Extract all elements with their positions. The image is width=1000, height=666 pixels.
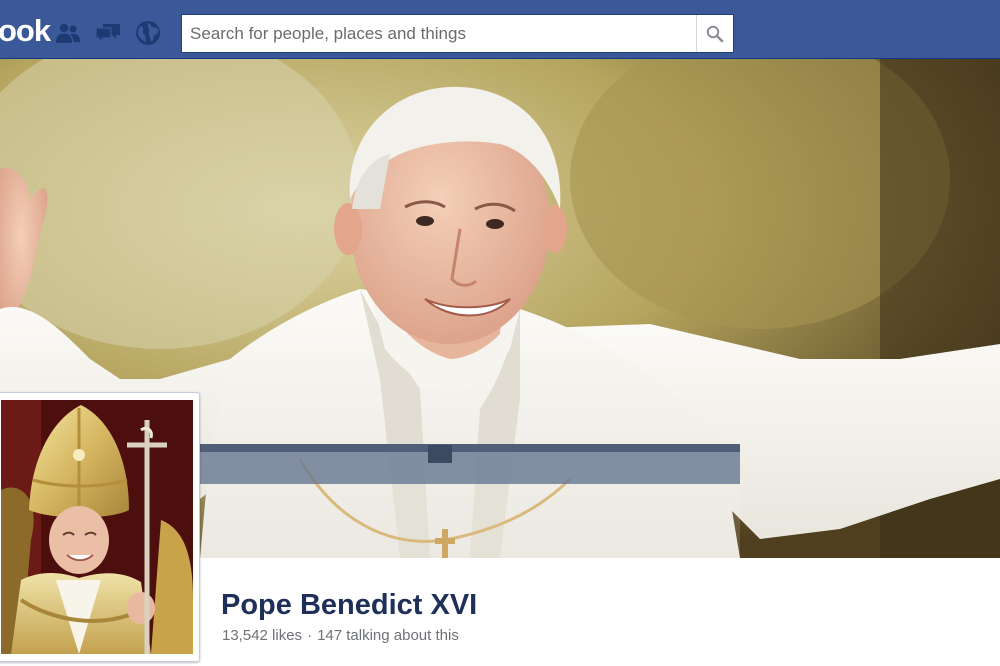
- facebook-page: ook Search for people, places and things…: [0, 0, 1000, 666]
- stats-separator: ·: [307, 627, 313, 644]
- friends-icon[interactable]: [54, 19, 82, 47]
- facebook-logo[interactable]: ook: [0, 13, 51, 49]
- likes-count[interactable]: 13,542 likes: [222, 627, 302, 644]
- top-navigation-bar: ook: [0, 0, 1000, 59]
- profile-picture-image: [1, 400, 193, 654]
- talking-about-count[interactable]: 147 talking about this: [317, 627, 459, 644]
- notifications-icon[interactable]: [134, 19, 162, 47]
- search-icon: [706, 25, 724, 42]
- page-stats: 13,542 likes · 147 talking about this: [222, 626, 459, 646]
- page-title[interactable]: Pope Benedict XVI: [221, 587, 477, 623]
- search-button[interactable]: [696, 15, 733, 52]
- search-input[interactable]: [182, 15, 696, 52]
- messages-icon[interactable]: [94, 19, 122, 47]
- profile-picture[interactable]: [0, 392, 200, 662]
- search-box: [181, 14, 734, 53]
